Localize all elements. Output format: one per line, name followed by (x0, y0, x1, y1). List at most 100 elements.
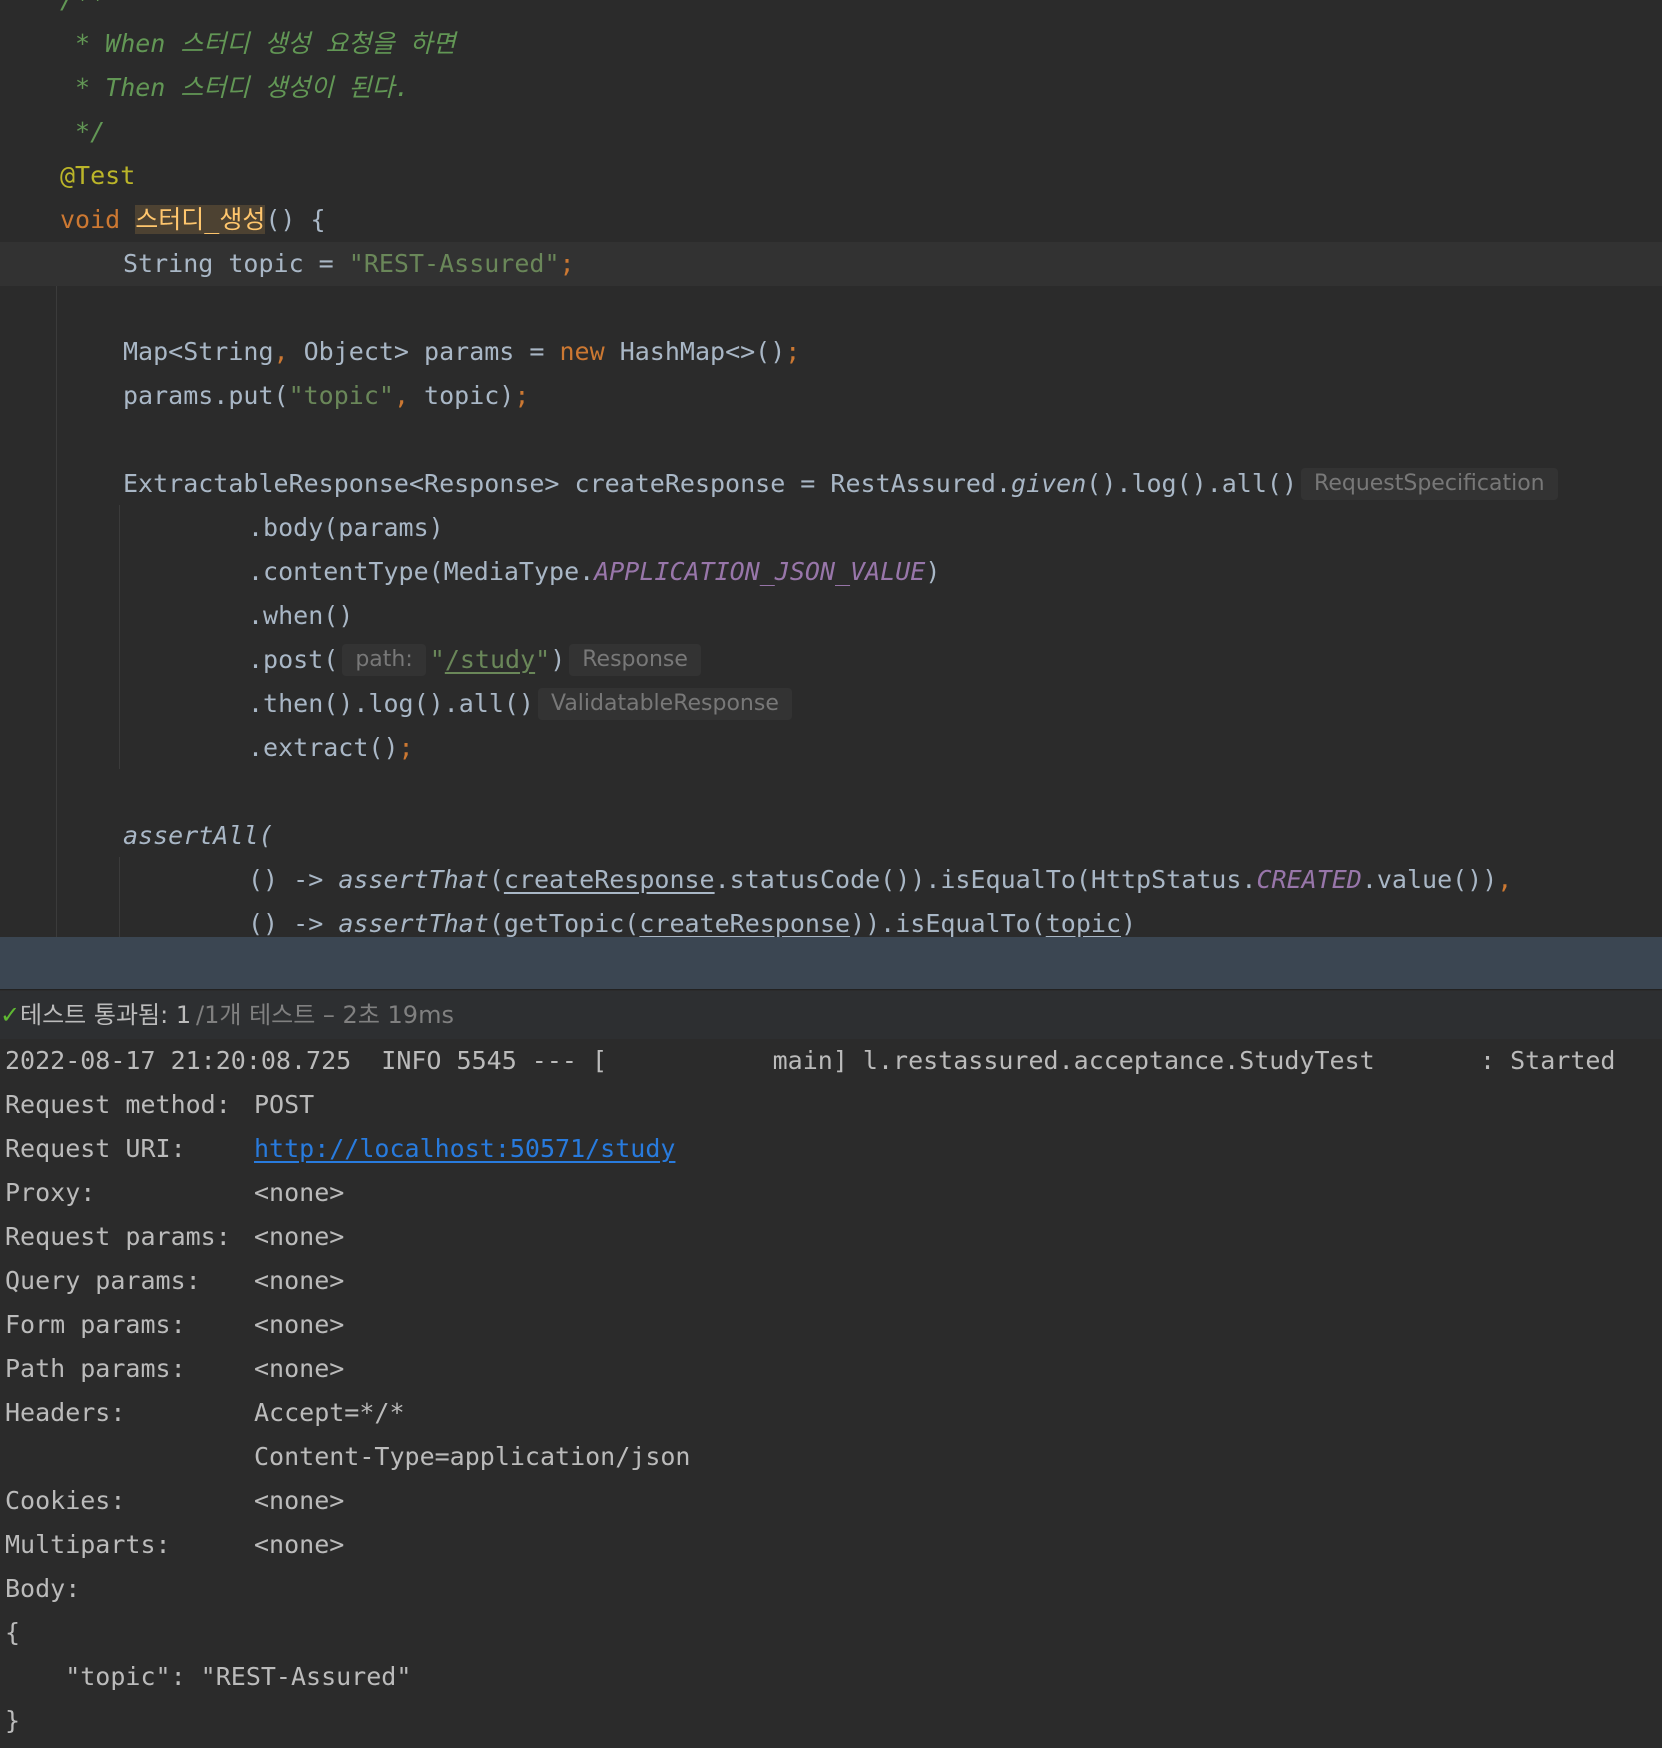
field-label: Request URI: (5, 1134, 186, 1163)
variable-create-response[interactable]: createResponse (639, 909, 850, 937)
code-text: .post( (248, 645, 339, 674)
code-line: void 스터디_생성() { (0, 198, 326, 242)
body-json: } (5, 1706, 21, 1735)
code-text: .when() (248, 601, 354, 630)
code-text: ( (488, 865, 504, 894)
field-label: Request params: (5, 1222, 231, 1251)
type-hint-validatable-response: ValidatableResponse (537, 688, 792, 720)
field-label: Cookies: (5, 1486, 126, 1515)
type-hint-response: Response (569, 644, 701, 676)
console-row: Multiparts: <none> (5, 1523, 1605, 1567)
field-value: POST (254, 1090, 315, 1119)
field-value: <none> (254, 1178, 345, 1207)
static-method-given: given (1011, 469, 1087, 498)
code-text: .extract() (248, 733, 399, 762)
code-line: .contentType(MediaType.APPLICATION_JSON_… (0, 550, 940, 594)
url-path-link[interactable]: /study (445, 645, 535, 674)
method-name-highlight[interactable]: 스터디_생성 (135, 205, 266, 234)
code-line: () -> assertThat(getTopic(createResponse… (0, 902, 1136, 937)
field-label: Headers: (5, 1398, 126, 1427)
assert-that-call: assertThat (338, 865, 489, 894)
field-value: Accept=*/* (254, 1398, 405, 1427)
console-row: Path params: <none> (5, 1347, 1605, 1391)
field-value: <none> (254, 1222, 345, 1251)
code-line: .when() (0, 594, 353, 638)
field-label: Form params: (5, 1310, 186, 1339)
assert-all-call: assertAll( (123, 821, 274, 850)
code-line: Map<String, Object> params = new HashMap… (0, 330, 800, 374)
code-text: .statusCode()).isEqualTo(HttpStatus. (714, 865, 1257, 894)
code-line: String topic = "REST-Assured"; (0, 242, 575, 286)
field-label: Proxy: (5, 1178, 96, 1207)
code-text: (getTopic( (488, 909, 640, 937)
semicolon: ; (785, 337, 801, 366)
code-text: ) (1121, 909, 1137, 937)
code-line: @Test (0, 154, 135, 198)
console-output[interactable]: 2022-08-17 21:20:08.725 INFO 5545 --- [ … (0, 1039, 1662, 1748)
body-json: "topic": "REST-Assured" (5, 1662, 412, 1691)
field-label: Request method: (5, 1090, 231, 1119)
code-text: Object> params = (303, 337, 560, 366)
code-line: * When 스터디 생성 요청을 하면 (0, 22, 456, 66)
console-row: Request method: POST (5, 1083, 1605, 1127)
code-editor[interactable]: /** * When 스터디 생성 요청을 하면 * Then 스터디 생성이 … (0, 0, 1662, 937)
console-row: Query params: <none> (5, 1259, 1605, 1303)
variable-create-response[interactable]: createResponse (504, 865, 715, 894)
annotation-test: @Test (60, 161, 136, 190)
console-row: Request URI: http://localhost:50571/study (5, 1127, 1605, 1171)
string-literal: "REST-Assured" (348, 249, 560, 278)
code-text: Map<String (123, 337, 274, 366)
string-literal: "topic" (288, 381, 394, 410)
field-value: <none> (254, 1486, 345, 1515)
console-row: Cookies: <none> (5, 1479, 1605, 1523)
code-line: .then().log().all() ValidatableResponse (0, 682, 796, 726)
comment-text: /** (0, 0, 105, 14)
field-value: <none> (254, 1266, 345, 1295)
code-text: .contentType(MediaType. (248, 557, 595, 586)
body-json: { (5, 1618, 21, 1647)
string-quote: " (429, 645, 445, 674)
field-label: Path params: (5, 1354, 186, 1383)
test-passed-count: 테스트 통과됨: 1 (20, 1001, 192, 1029)
type-hint-request-specification: RequestSpecification (1301, 468, 1558, 500)
console-row: Request params: <none> (5, 1215, 1605, 1259)
code-text: ) (550, 645, 566, 674)
field-value: Content-Type=application/json (254, 1442, 691, 1471)
console-row: Proxy: <none> (5, 1171, 1605, 1215)
test-duration: /1개 테스트 – 2초 19ms (196, 1001, 454, 1029)
field-value: <none> (254, 1354, 345, 1383)
code-text: () -> (248, 865, 339, 894)
code-line: assertAll( (0, 814, 274, 858)
static-constant: CREATED (1256, 865, 1362, 894)
code-text: ExtractableResponse<Response> createResp… (123, 469, 1012, 498)
assert-that-call: assertThat (338, 909, 489, 937)
code-line: * Then 스터디 생성이 된다. (0, 66, 410, 110)
console-row: Headers: Accept=*/* (5, 1391, 1605, 1435)
comment-text: * Then 스터디 생성이 된다. (60, 73, 410, 102)
console-row: Form params: <none> (5, 1303, 1605, 1347)
code-text: () -> (248, 909, 339, 937)
request-uri-link[interactable]: http://localhost:50571/study (254, 1127, 675, 1171)
field-label: Query params: (5, 1266, 201, 1295)
code-line: .post(path: "/study") Response (0, 638, 705, 682)
code-text: .then().log().all() (248, 689, 534, 718)
comment-text: * When 스터디 생성 요청을 하면 (60, 29, 456, 58)
static-constant: APPLICATION_JSON_VALUE (594, 557, 926, 586)
field-label: Multiparts: (5, 1530, 171, 1559)
code-text: .value()) (1361, 865, 1498, 894)
code-text: .body(params) (248, 513, 444, 542)
code-text: params.put( (123, 381, 289, 410)
code-text: HashMap<>() (604, 337, 786, 366)
field-value: <none> (254, 1310, 345, 1339)
check-icon: ✓ (0, 1001, 21, 1029)
variable-topic[interactable]: topic (1046, 909, 1121, 937)
panel-splitter[interactable] (0, 937, 1662, 990)
code-line: .extract(); (0, 726, 414, 770)
code-line: () -> assertThat(createResponse.statusCo… (0, 858, 1512, 902)
code-line: ExtractableResponse<Response> createResp… (0, 462, 1562, 506)
test-status-bar: ✓ 테스트 통과됨: 1 /1개 테스트 – 2초 19ms (0, 991, 1662, 1039)
semicolon: ; (398, 733, 414, 762)
keyword-new: new (559, 337, 605, 366)
code-line: /** (0, 0, 105, 22)
parameter-hint-path: path: (342, 644, 426, 676)
